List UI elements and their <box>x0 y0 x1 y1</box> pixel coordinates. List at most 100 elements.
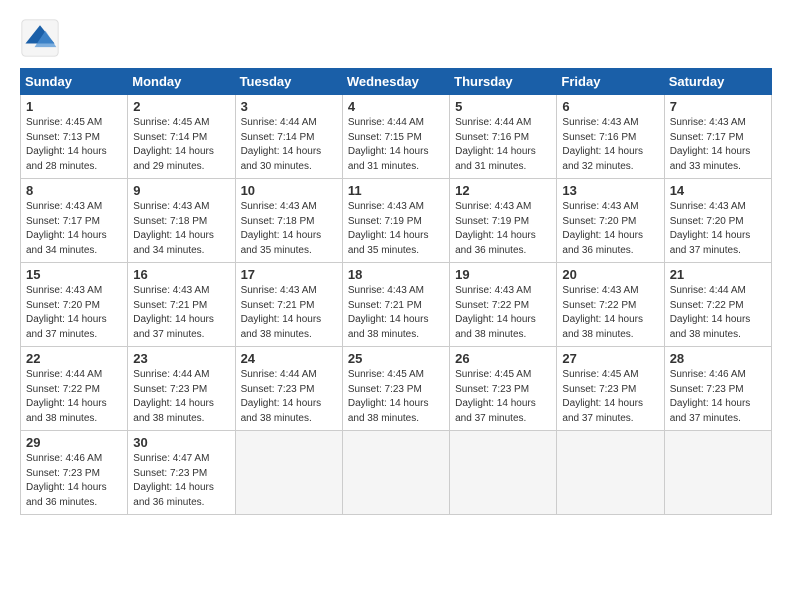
day-info: Sunrise: 4:45 AMSunset: 7:14 PMDaylight:… <box>133 117 214 172</box>
table-row: 27 Sunrise: 4:45 AMSunset: 7:23 PMDayligh… <box>557 347 664 431</box>
table-row <box>342 431 449 515</box>
day-number: 26 <box>455 351 551 366</box>
col-thursday: Thursday <box>450 69 557 95</box>
table-row: 30Sunrise: 4:47 AMSunset: 7:23 PMDayligh… <box>128 431 235 515</box>
day-info: Sunrise: 4:45 AMSunset: 7:13 PMDaylight:… <box>26 117 107 172</box>
day-number: 20 <box>562 267 658 282</box>
day-number: 5 <box>455 99 551 114</box>
day-number: 27 <box>562 351 658 366</box>
day-info: Sunrise: 4:43 AMSunset: 7:19 PMDaylight:… <box>455 201 536 256</box>
table-row: 9 Sunrise: 4:43 AMSunset: 7:18 PMDaylight… <box>128 179 235 263</box>
table-row: 12 Sunrise: 4:43 AMSunset: 7:19 PMDayligh… <box>450 179 557 263</box>
day-number: 13 <box>562 183 658 198</box>
table-row: 28 Sunrise: 4:46 AMSunset: 7:23 PMDayligh… <box>664 347 771 431</box>
day-info: Sunrise: 4:43 AMSunset: 7:22 PMDaylight:… <box>562 285 643 340</box>
day-info: Sunrise: 4:43 AMSunset: 7:21 PMDaylight:… <box>348 285 429 340</box>
day-info: Sunrise: 4:44 AMSunset: 7:16 PMDaylight:… <box>455 117 536 172</box>
logo-icon <box>20 18 60 58</box>
day-info: Sunrise: 4:44 AMSunset: 7:23 PMDaylight:… <box>241 369 322 424</box>
day-number: 7 <box>670 99 766 114</box>
day-info: Sunrise: 4:43 AMSunset: 7:20 PMDaylight:… <box>26 285 107 340</box>
table-row: 4Sunrise: 4:44 AMSunset: 7:15 PMDaylight… <box>342 95 449 179</box>
calendar-week-row: 29 Sunrise: 4:46 AMSunset: 7:23 PMDayligh… <box>21 431 772 515</box>
table-row: 16Sunrise: 4:43 AMSunset: 7:21 PMDayligh… <box>128 263 235 347</box>
day-info: Sunrise: 4:43 AMSunset: 7:19 PMDaylight:… <box>348 201 429 256</box>
table-row: 24 Sunrise: 4:44 AMSunset: 7:23 PMDayligh… <box>235 347 342 431</box>
day-number: 29 <box>26 435 122 450</box>
day-number: 8 <box>26 183 122 198</box>
table-row <box>664 431 771 515</box>
table-row: 5 Sunrise: 4:44 AMSunset: 7:16 PMDaylight… <box>450 95 557 179</box>
day-info: Sunrise: 4:43 AMSunset: 7:22 PMDaylight:… <box>455 285 536 340</box>
table-row: 21 Sunrise: 4:44 AMSunset: 7:22 PMDayligh… <box>664 263 771 347</box>
day-number: 21 <box>670 267 766 282</box>
table-row: 11 Sunrise: 4:43 AMSunset: 7:19 PMDayligh… <box>342 179 449 263</box>
table-row: 3Sunrise: 4:44 AMSunset: 7:14 PMDaylight… <box>235 95 342 179</box>
table-row: 26 Sunrise: 4:45 AMSunset: 7:23 PMDayligh… <box>450 347 557 431</box>
table-row <box>450 431 557 515</box>
day-info: Sunrise: 4:46 AMSunset: 7:23 PMDaylight:… <box>26 453 107 508</box>
table-row: 20 Sunrise: 4:43 AMSunset: 7:22 PMDayligh… <box>557 263 664 347</box>
table-row: 15 Sunrise: 4:43 AMSunset: 7:20 PMDayligh… <box>21 263 128 347</box>
day-number: 1 <box>26 99 122 114</box>
day-info: Sunrise: 4:43 AMSunset: 7:18 PMDaylight:… <box>241 201 322 256</box>
col-monday: Monday <box>128 69 235 95</box>
table-row: 22Sunrise: 4:44 AMSunset: 7:22 PMDayligh… <box>21 347 128 431</box>
day-info: Sunrise: 4:43 AMSunset: 7:21 PMDaylight:… <box>241 285 322 340</box>
day-info: Sunrise: 4:44 AMSunset: 7:22 PMDaylight:… <box>26 369 107 424</box>
day-number: 25 <box>348 351 444 366</box>
calendar-header-row: Sunday Monday Tuesday Wednesday Thursday… <box>21 69 772 95</box>
day-info: Sunrise: 4:44 AMSunset: 7:15 PMDaylight:… <box>348 117 429 172</box>
calendar-week-row: 1 Sunrise: 4:45 AMSunset: 7:13 PMDaylight… <box>21 95 772 179</box>
day-number: 12 <box>455 183 551 198</box>
day-info: Sunrise: 4:44 AMSunset: 7:22 PMDaylight:… <box>670 285 751 340</box>
day-number: 16 <box>133 267 229 282</box>
table-row <box>557 431 664 515</box>
day-number: 23 <box>133 351 229 366</box>
day-number: 18 <box>348 267 444 282</box>
table-row: 2 Sunrise: 4:45 AMSunset: 7:14 PMDaylight… <box>128 95 235 179</box>
table-row: 14 Sunrise: 4:43 AMSunset: 7:20 PMDayligh… <box>664 179 771 263</box>
table-row: 8 Sunrise: 4:43 AMSunset: 7:17 PMDaylight… <box>21 179 128 263</box>
table-row <box>235 431 342 515</box>
day-number: 19 <box>455 267 551 282</box>
table-row: 17 Sunrise: 4:43 AMSunset: 7:21 PMDayligh… <box>235 263 342 347</box>
table-row: 29 Sunrise: 4:46 AMSunset: 7:23 PMDayligh… <box>21 431 128 515</box>
col-sunday: Sunday <box>21 69 128 95</box>
day-number: 11 <box>348 183 444 198</box>
day-number: 28 <box>670 351 766 366</box>
day-info: Sunrise: 4:44 AMSunset: 7:23 PMDaylight:… <box>133 369 214 424</box>
day-number: 9 <box>133 183 229 198</box>
day-number: 15 <box>26 267 122 282</box>
day-number: 2 <box>133 99 229 114</box>
table-row: 23 Sunrise: 4:44 AMSunset: 7:23 PMDayligh… <box>128 347 235 431</box>
day-number: 17 <box>241 267 337 282</box>
day-info: Sunrise: 4:45 AMSunset: 7:23 PMDaylight:… <box>455 369 536 424</box>
day-number: 24 <box>241 351 337 366</box>
header <box>20 18 772 58</box>
logo <box>20 18 66 58</box>
day-info: Sunrise: 4:45 AMSunset: 7:23 PMDaylight:… <box>562 369 643 424</box>
col-saturday: Saturday <box>664 69 771 95</box>
table-row: 18 Sunrise: 4:43 AMSunset: 7:21 PMDayligh… <box>342 263 449 347</box>
col-friday: Friday <box>557 69 664 95</box>
day-info: Sunrise: 4:45 AMSunset: 7:23 PMDaylight:… <box>348 369 429 424</box>
day-number: 10 <box>241 183 337 198</box>
table-row: 13 Sunrise: 4:43 AMSunset: 7:20 PMDayligh… <box>557 179 664 263</box>
day-info: Sunrise: 4:43 AMSunset: 7:20 PMDaylight:… <box>562 201 643 256</box>
table-row: 1 Sunrise: 4:45 AMSunset: 7:13 PMDaylight… <box>21 95 128 179</box>
calendar-week-row: 22Sunrise: 4:44 AMSunset: 7:22 PMDayligh… <box>21 347 772 431</box>
day-info: Sunrise: 4:46 AMSunset: 7:23 PMDaylight:… <box>670 369 751 424</box>
table-row: 6Sunrise: 4:43 AMSunset: 7:16 PMDaylight… <box>557 95 664 179</box>
day-number: 14 <box>670 183 766 198</box>
calendar-week-row: 15 Sunrise: 4:43 AMSunset: 7:20 PMDayligh… <box>21 263 772 347</box>
table-row: 7Sunrise: 4:43 AMSunset: 7:17 PMDaylight… <box>664 95 771 179</box>
table-row: 25 Sunrise: 4:45 AMSunset: 7:23 PMDayligh… <box>342 347 449 431</box>
day-info: Sunrise: 4:43 AMSunset: 7:16 PMDaylight:… <box>562 117 643 172</box>
day-info: Sunrise: 4:44 AMSunset: 7:14 PMDaylight:… <box>241 117 322 172</box>
table-row: 10 Sunrise: 4:43 AMSunset: 7:18 PMDayligh… <box>235 179 342 263</box>
day-info: Sunrise: 4:43 AMSunset: 7:18 PMDaylight:… <box>133 201 214 256</box>
table-row: 19 Sunrise: 4:43 AMSunset: 7:22 PMDayligh… <box>450 263 557 347</box>
day-info: Sunrise: 4:43 AMSunset: 7:17 PMDaylight:… <box>26 201 107 256</box>
day-info: Sunrise: 4:43 AMSunset: 7:20 PMDaylight:… <box>670 201 751 256</box>
